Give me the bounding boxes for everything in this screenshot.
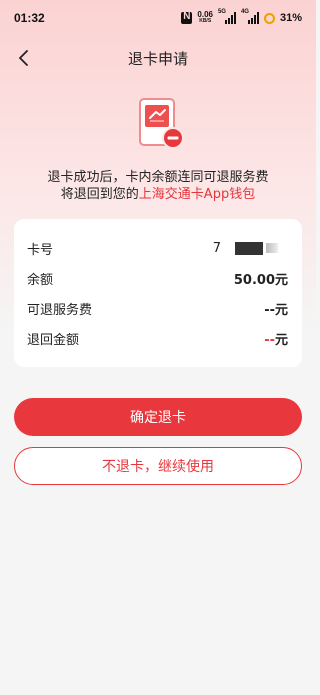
network-speed-value: 0.06 bbox=[197, 10, 213, 19]
confirm-refund-button[interactable]: 确定退卡 bbox=[14, 398, 302, 436]
page-title: 退卡申请 bbox=[127, 50, 188, 68]
card-number-mask-tail bbox=[266, 243, 278, 253]
card-number-text: 7 bbox=[212, 240, 221, 256]
service-fee-value: --元 bbox=[264, 302, 288, 318]
cancel-refund-button[interactable]: 不退卡，继续使用 bbox=[14, 447, 302, 485]
card-remove-icon bbox=[139, 98, 184, 149]
network-speed: 0.06 KB/S bbox=[197, 11, 213, 25]
service-fee-label: 可退服务费 bbox=[27, 302, 93, 318]
card-number-value: 7 bbox=[213, 241, 278, 256]
nfc-icon bbox=[181, 11, 193, 24]
balance-row: 余额 50.00元 bbox=[27, 268, 288, 288]
service-fee-row: 可退服务费 --元 bbox=[27, 298, 288, 318]
signal-generation-label: 4G bbox=[240, 9, 249, 15]
battery-icon bbox=[263, 12, 275, 24]
wallet-link: 上海交通卡App钱包 bbox=[138, 187, 256, 202]
refund-amount-label: 退回金额 bbox=[27, 332, 80, 348]
network-speed-unit: KB/S bbox=[199, 18, 212, 24]
balance-label: 余额 bbox=[27, 272, 54, 288]
signal-generation-label: 5G bbox=[217, 9, 226, 15]
card-number-row: 卡号 7 bbox=[27, 238, 288, 258]
status-icons: 0.06 KB/S 5G 4G 31% bbox=[181, 9, 302, 25]
description-prefix: 将退回到您的 bbox=[60, 187, 139, 202]
refund-description: 退卡成功后，卡内余额连同可退服务费 将退回到您的上海交通卡App钱包 bbox=[0, 169, 316, 203]
nav-bar: 退卡申请 bbox=[0, 36, 316, 80]
description-line-2: 将退回到您的上海交通卡App钱包 bbox=[0, 186, 316, 203]
signal-icon: 5G bbox=[217, 9, 236, 24]
refund-amount-unit: 元 bbox=[274, 332, 288, 348]
refund-amount-row: 退回金额 --元 bbox=[27, 328, 288, 348]
refund-amount-dash: -- bbox=[264, 332, 275, 348]
battery-level: 31% bbox=[279, 12, 302, 24]
signal-icon: 4G bbox=[240, 9, 259, 24]
refund-details-card: 卡号 7 余额 50.00元 可退服务费 --元 退回金额 --元 bbox=[14, 219, 302, 367]
status-time: 01:32 bbox=[14, 11, 45, 25]
status-bar: 01:32 0.06 KB/S 5G 4G 31% bbox=[0, 0, 316, 36]
description-line-1: 退卡成功后，卡内余额连同可退服务费 bbox=[47, 170, 269, 185]
balance-value: 50.00元 bbox=[233, 272, 288, 288]
card-number-label: 卡号 bbox=[27, 242, 54, 258]
refund-amount-value: --元 bbox=[264, 329, 288, 348]
card-number-mask bbox=[235, 241, 263, 255]
